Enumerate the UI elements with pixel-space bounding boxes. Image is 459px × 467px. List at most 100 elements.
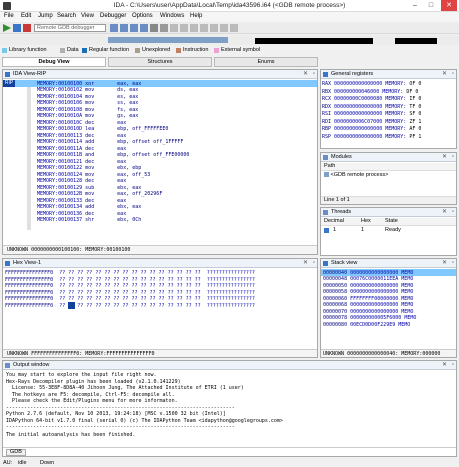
module-path: <GDB remote process> <box>330 172 389 178</box>
close-icon[interactable]: ✕ <box>442 208 447 216</box>
menu-view[interactable]: View <box>81 13 94 19</box>
command-language-button[interactable]: GDB <box>6 449 26 456</box>
hex-view-icon <box>5 261 10 266</box>
maximize-button[interactable]: □ <box>423 0 439 11</box>
close-icon[interactable]: ✕ <box>442 259 447 267</box>
output-line: ----------------------------------------… <box>6 424 235 430</box>
menu-help[interactable]: Help <box>190 13 202 19</box>
window-title: IDA - C:\Users\user\AppData\Local\Temp\i… <box>113 2 346 9</box>
register-row[interactable]: RDI 0000000006C07000 MEMORY: ZF 1 <box>322 119 421 127</box>
step-out-icon[interactable] <box>140 24 148 32</box>
registers-title: General registers <box>331 71 374 77</box>
modules-icon <box>323 155 328 160</box>
modules-status: Line 1 of 1 <box>321 196 456 204</box>
close-button[interactable]: ✕ <box>441 0 457 11</box>
navigation-band[interactable] <box>0 35 459 45</box>
threads-col-hex[interactable]: Hex <box>361 218 371 224</box>
asm-line[interactable]: MEMORY:00100137 shr ebx, 0Ch <box>37 217 141 224</box>
minimize-button[interactable]: – <box>407 0 423 11</box>
ida-view-statusline: UNKNOWN 0000000000100100: MEMORY:0010010… <box>3 245 317 254</box>
register-row[interactable]: RDX 0000000000000000 MEMORY: TF 0 <box>322 104 421 112</box>
close-icon[interactable]: ✕ <box>442 361 447 369</box>
output-window-panel: Output window ✕ ▫ You may start to explo… <box>2 360 457 457</box>
tab-structures[interactable]: Structures <box>108 57 212 67</box>
debugger-select[interactable]: Remote GDB debugger <box>34 24 106 32</box>
thread-row[interactable]: 1 1 Ready <box>321 227 456 235</box>
hex-view-statusline: UNKNOWN FFFFFFFFFFFFFFF0: MEMORY:FFFFFFF… <box>3 349 317 357</box>
register-row[interactable]: RSP 0000000000000000 MEMORY: PF 1 <box>322 134 421 142</box>
modules-title: Modules <box>331 154 352 160</box>
output-window-icon <box>5 363 10 368</box>
breakpoint-icon[interactable] <box>150 24 158 32</box>
legend-bar: Library function Data Regular function U… <box>0 46 459 55</box>
start-process-icon[interactable] <box>3 24 11 32</box>
tab-debug-view[interactable]: Debug View <box>2 57 106 67</box>
threads-col-state[interactable]: State <box>385 218 398 224</box>
stack-row[interactable]: 00000080 00ECD0D00F229E9 MEMO <box>323 322 410 329</box>
threads-col-decimal[interactable]: Decimal <box>324 218 344 224</box>
float-icon[interactable]: ▫ <box>452 208 454 216</box>
float-icon[interactable]: ▫ <box>452 153 454 161</box>
menu-windows[interactable]: Windows <box>160 13 184 19</box>
toolbar-icon[interactable] <box>170 24 178 32</box>
float-icon[interactable]: ▫ <box>452 259 454 267</box>
step-into-icon[interactable] <box>110 24 118 32</box>
ida-view-panel: IDA View-RIP ✕ ▫ RIP MEMORY:00100100 xor… <box>2 69 318 255</box>
module-row[interactable]: <GDB remote process> <box>324 172 388 178</box>
menu-edit[interactable]: Edit <box>21 13 31 19</box>
status-state: idle <box>18 460 27 466</box>
register-row[interactable]: RBP 0000000000000000 MEMORY: AF 0 <box>322 126 421 134</box>
float-icon[interactable]: ▫ <box>313 70 315 78</box>
threads-icon <box>323 210 328 215</box>
toolbar-icon[interactable] <box>220 24 228 32</box>
stop-icon[interactable] <box>23 24 31 32</box>
modules-panel: Modules ✕ ▫ Path <GDB remote process> Li… <box>320 152 457 205</box>
toolbar-icon[interactable] <box>190 24 198 32</box>
register-row[interactable]: RBX 000000000046000 MEMORY: DF 0 <box>322 89 418 97</box>
register-row[interactable]: RSI 0000000000000000 MEMORY: SF 0 <box>322 111 421 119</box>
modules-column-path[interactable]: Path <box>321 163 456 171</box>
close-icon[interactable]: ✕ <box>442 70 447 78</box>
tab-bar: Debug View Structures Enums <box>0 57 318 67</box>
trace-icon[interactable] <box>160 24 168 32</box>
stack-view-status-text: UNKNOWN 0000000000000040: MEMORY:000000 <box>323 351 441 357</box>
float-icon[interactable]: ▫ <box>452 361 454 369</box>
stack-view-header: Stack view ✕ ▫ <box>321 259 456 268</box>
run-to-cursor-icon[interactable] <box>130 24 138 32</box>
pause-icon[interactable] <box>13 24 21 32</box>
threads-header-row: Decimal Hex State <box>321 218 456 226</box>
menu-debugger[interactable]: Debugger <box>100 13 126 19</box>
menu-search[interactable]: Search <box>57 13 76 19</box>
close-icon[interactable]: ✕ <box>303 259 308 267</box>
float-icon[interactable]: ▫ <box>452 70 454 78</box>
status-direction: Down <box>40 460 55 466</box>
registers-panel: General registers ✕ ▫ RAX 00000000000000… <box>320 69 457 149</box>
hex-view-title: Hex View-1 <box>13 260 42 266</box>
close-icon[interactable]: ✕ <box>303 70 308 78</box>
legend-regular-label: Regular function <box>89 47 130 53</box>
arrows-gutter <box>27 87 31 230</box>
menu-file[interactable]: File <box>4 13 14 19</box>
register-row[interactable]: RAX 0000000000000000 MEMORY: OF 0 <box>322 81 421 89</box>
stack-view-statusline: UNKNOWN 0000000000000040: MEMORY:000000 <box>321 349 456 357</box>
close-icon[interactable]: ✕ <box>442 153 447 161</box>
registers-icon <box>323 72 328 77</box>
tab-enums[interactable]: Enums <box>214 57 318 67</box>
toolbar-icon[interactable] <box>210 24 218 32</box>
toolbar-icon[interactable] <box>180 24 188 32</box>
step-over-icon[interactable] <box>120 24 128 32</box>
toolbar-icon[interactable] <box>230 24 238 32</box>
threads-panel: Threads ✕ ▫ Decimal Hex State 1 1 Ready <box>320 207 457 256</box>
hex-row[interactable]: FFFFFFFFFFFFFFF0 ?? ?? ?? ?? ?? ?? ?? ??… <box>5 303 255 310</box>
menu-options[interactable]: Options <box>132 13 153 19</box>
legend-swatch-library <box>2 48 7 53</box>
menu-jump[interactable]: Jump <box>38 13 53 19</box>
register-row[interactable]: RCX 00000000C0000080 MEMORY: IF 0 <box>322 96 421 104</box>
status-bar: AU: idle Down <box>0 459 459 467</box>
float-icon[interactable]: ▫ <box>313 259 315 267</box>
output-window-header: Output window ✕ ▫ <box>3 361 456 370</box>
thread-decimal: 1 <box>333 227 337 233</box>
toolbar-icon[interactable] <box>200 24 208 32</box>
command-input[interactable] <box>27 449 454 456</box>
rip-marker: RIP <box>3 80 15 87</box>
